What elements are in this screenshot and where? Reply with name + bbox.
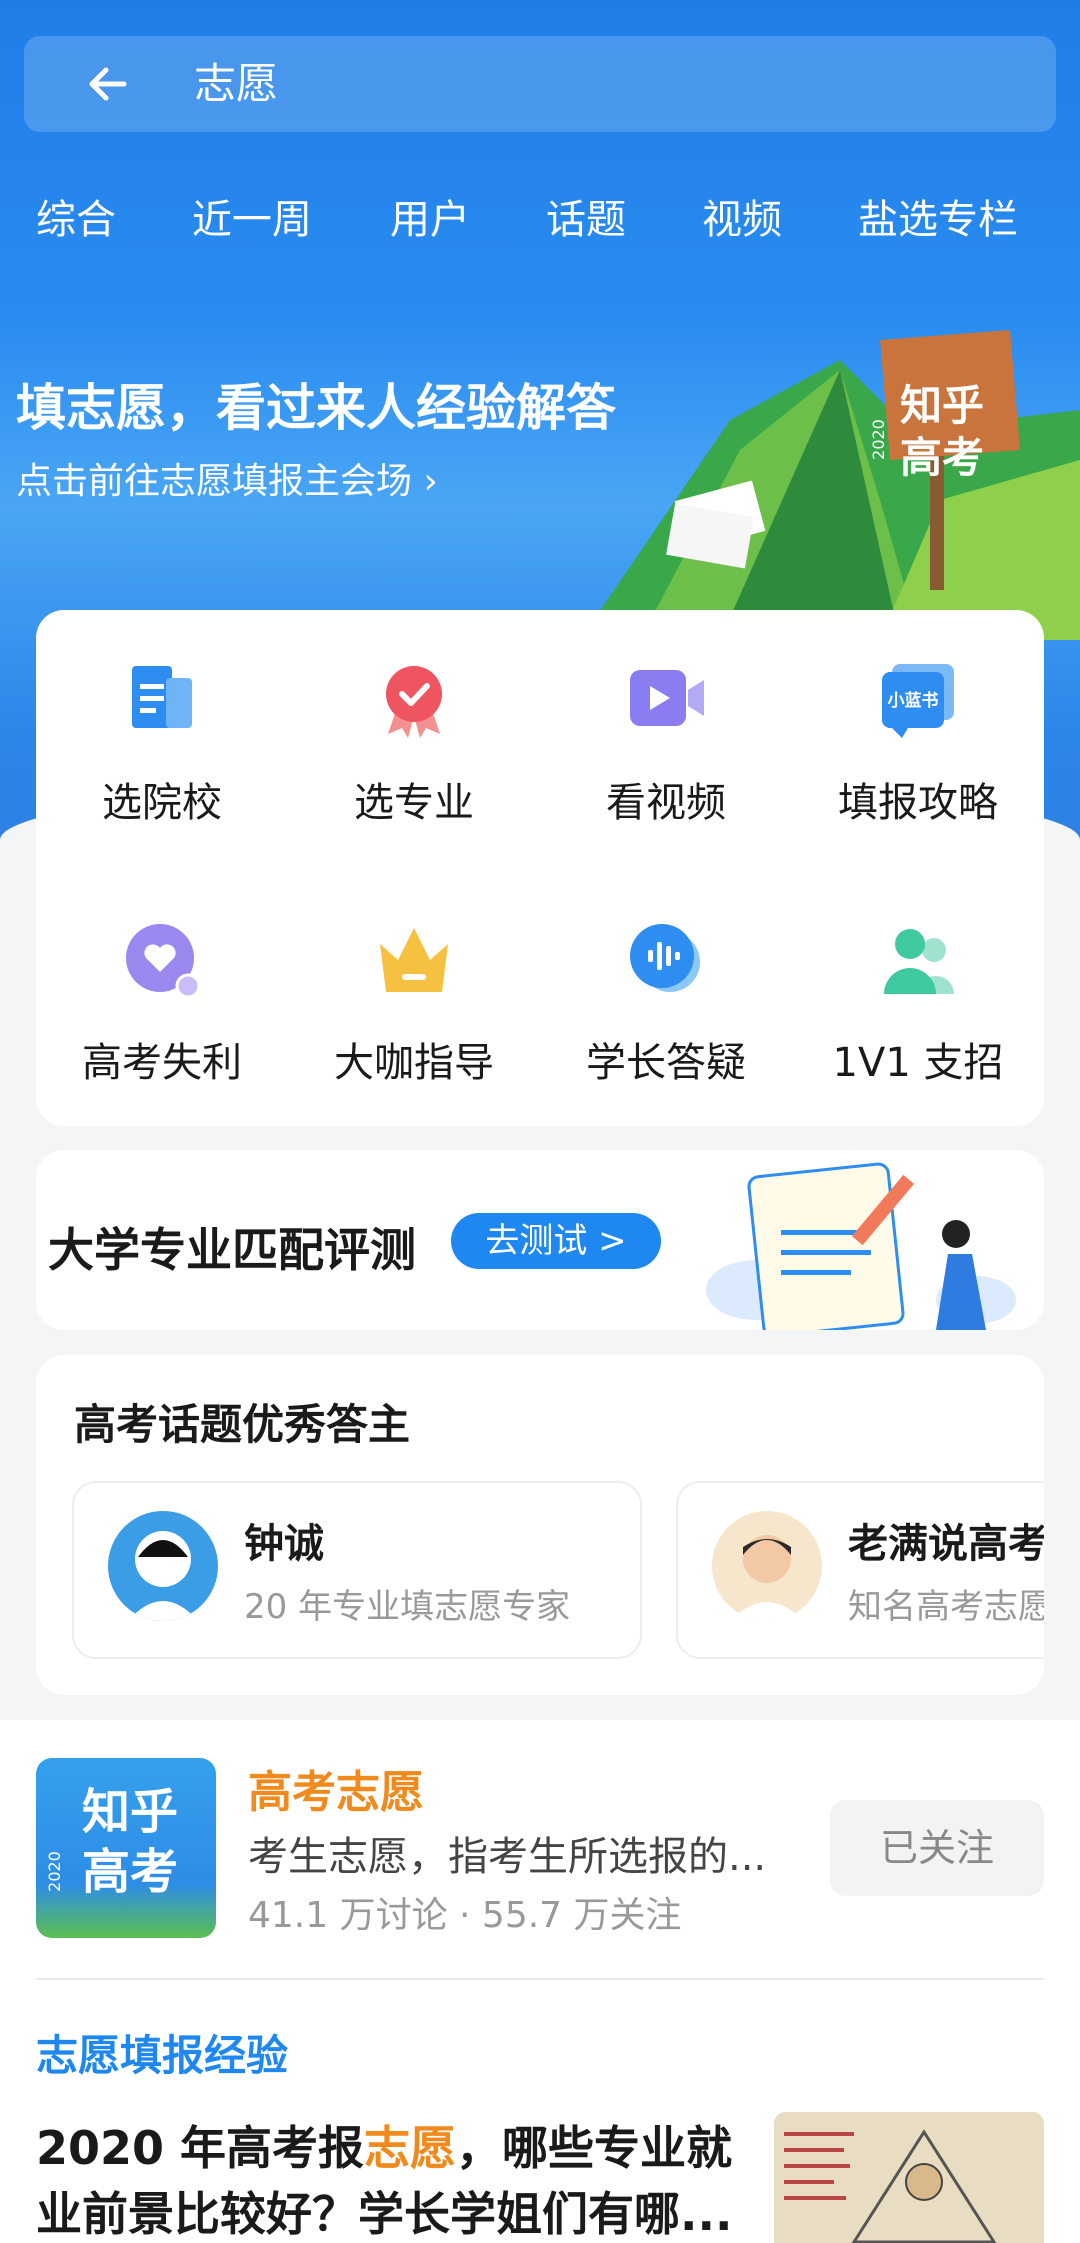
search-query[interactable]: 志愿 [194, 58, 278, 110]
topic-image[interactable]: 知乎高考 2020 [36, 1758, 216, 1938]
answerer-name: 老满说高考 [848, 1521, 1044, 1567]
tab-recent-week[interactable]: 近一周 [192, 190, 312, 250]
topic-name[interactable]: 高考志愿 [248, 1756, 424, 1820]
section-heading: 志愿填报经验 [36, 2031, 289, 2080]
badge-year: 2020 [868, 419, 888, 460]
test-title: 大学专业匹配评测 [48, 1223, 416, 1277]
medal-icon [386, 666, 442, 738]
zhihu-gaokao-badge: 知乎高考 2020 [868, 370, 1012, 500]
feature-grid-card: 选院校 选专业 看视频 小蓝书 填报攻略 高考失利 大咖指导 学长答疑 1V1 … [36, 610, 1044, 1126]
tab-comprehensive[interactable]: 综合 [36, 190, 116, 250]
article-title-pre: 2020 年高考报 [36, 2121, 365, 2175]
grid-item-exam-setback[interactable]: 高考失利 [36, 920, 288, 1120]
grid-label: 选院校 [102, 780, 222, 826]
top-answerers-card: 高考话题优秀答主 钟诚 20 年专业填志愿专家 老满说高考 知名高考志愿 [36, 1355, 1044, 1695]
topic-description: 考生志愿，指考生所选报的... [248, 1834, 767, 1880]
go-test-button[interactable]: 去测试 > [451, 1213, 661, 1269]
grid-item-application-guide[interactable]: 小蓝书 填报攻略 [792, 660, 1044, 860]
avatar [108, 1511, 218, 1621]
voice-bubble-icon [630, 924, 700, 992]
crown-icon [380, 928, 448, 992]
users-icon [884, 929, 954, 994]
tab-users[interactable]: 用户 [390, 190, 470, 250]
grid-label: 1V1 支招 [832, 1040, 1004, 1086]
answerer-card[interactable]: 老满说高考 知名高考志愿 [676, 1481, 1044, 1659]
article-title[interactable]: 2020 年高考报志愿，哪些专业就业前景比较好？学长学姐们有哪... [36, 2115, 776, 2243]
little-blue-book-text: 小蓝书 [887, 691, 939, 711]
grid-label: 学长答疑 [586, 1040, 746, 1086]
grid-item-one-on-one[interactable]: 1V1 支招 [792, 920, 1044, 1120]
answerer-desc: 20 年专业填志愿专家 [244, 1587, 571, 1627]
grid-item-choose-school[interactable]: 选院校 [36, 660, 288, 860]
topic-image-text: 知乎高考 [81, 1784, 178, 1900]
tab-topics[interactable]: 话题 [546, 190, 626, 250]
topic-stats: 41.1 万讨论 · 55.7 万关注 [248, 1895, 682, 1936]
topic-section: 知乎高考 2020 高考志愿 考生志愿，指考生所选报的... 41.1 万讨论 … [0, 1720, 1080, 2243]
test-illustration [706, 1162, 1016, 1330]
grid-label: 填报攻略 [838, 780, 998, 826]
followed-button[interactable]: 已关注 [830, 1800, 1044, 1896]
major-test-banner[interactable]: 大学专业匹配评测 去测试 > [36, 1150, 1044, 1330]
school-doc-icon [132, 666, 192, 728]
topic-image-year: 2020 [44, 1851, 64, 1892]
answerers-title: 高考话题优秀答主 [74, 1400, 411, 1449]
grid-label: 高考失利 [82, 1040, 242, 1086]
tab-videos[interactable]: 视频 [702, 190, 782, 250]
grid-label: 看视频 [606, 780, 726, 826]
banner-title[interactable]: 填志愿，看过来人经验解答 [16, 368, 616, 440]
grid-label: 选专业 [354, 780, 474, 826]
divider [36, 1978, 1044, 1980]
grid-item-senior-qa[interactable]: 学长答疑 [540, 920, 792, 1120]
heart-bubble-icon [126, 924, 201, 999]
badge-text: 知乎高考 [899, 381, 984, 482]
article-title-highlight: 志愿 [364, 2121, 457, 2175]
tab-salt-column[interactable]: 盐选专栏 [858, 190, 1018, 250]
grid-item-choose-major[interactable]: 选专业 [288, 660, 540, 860]
answerer-name: 钟诚 [244, 1521, 324, 1567]
answerer-desc: 知名高考志愿 [848, 1587, 1044, 1627]
grid-item-expert-guidance[interactable]: 大咖指导 [288, 920, 540, 1120]
article-thumbnail[interactable] [774, 2112, 1044, 2243]
banner-subtitle-link[interactable]: 点击前往志愿填报主会场 › [16, 452, 438, 504]
search-bar[interactable]: 志愿 [24, 36, 1056, 132]
search-tabs: 综合 近一周 用户 话题 视频 盐选专栏 [0, 190, 1080, 260]
avatar [712, 1511, 822, 1621]
grid-label: 大咖指导 [334, 1040, 494, 1086]
grid-item-watch-video[interactable]: 看视频 [540, 660, 792, 860]
answerer-card[interactable]: 钟诚 20 年专业填志愿专家 [72, 1481, 642, 1659]
back-arrow-icon[interactable] [80, 56, 136, 112]
video-icon [630, 670, 704, 726]
